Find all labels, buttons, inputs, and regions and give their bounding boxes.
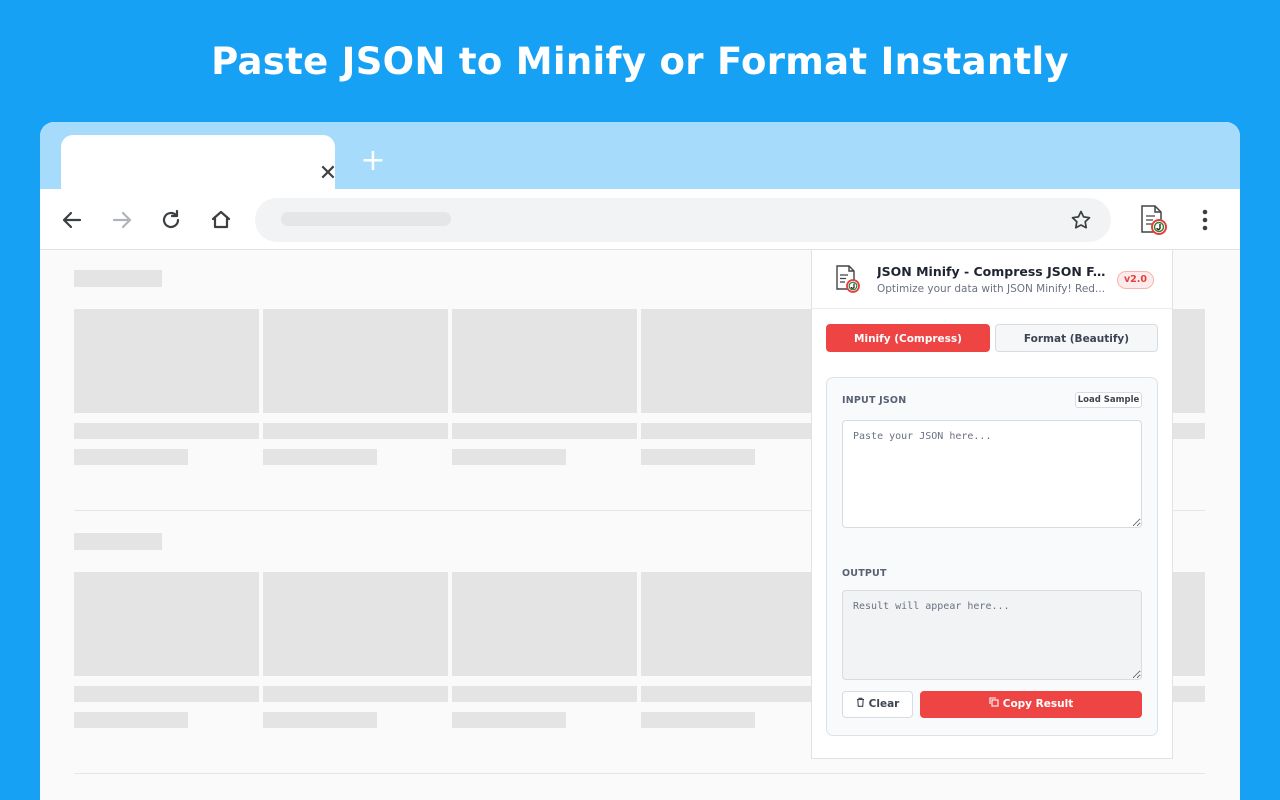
json-panel: INPUT JSON Load Sample OUTPUT Clear Copy… [826,377,1158,736]
skeleton-line [74,449,188,465]
skeleton-card [74,572,259,676]
skeleton-card [641,309,826,413]
skeleton-card [263,572,448,676]
skeleton-line [263,423,448,439]
skeleton-card [452,572,637,676]
clear-button[interactable]: Clear [842,691,913,718]
skeleton-card [452,309,637,413]
skeleton-line [452,423,637,439]
popup-header: JSON Minify - Compress JSON F... Optimiz… [812,250,1172,309]
address-bar[interactable] [255,198,1111,242]
back-arrow-icon[interactable] [59,207,85,233]
skeleton-line [74,423,259,439]
trash-icon [856,692,865,717]
copy-result-label: Copy Result [1002,698,1074,710]
skeleton-line [263,686,448,702]
format-mode-button[interactable]: Format (Beautify) [995,324,1158,352]
page-headline: Paste JSON to Minify or Format Instantly [211,40,1069,83]
input-json-label: INPUT JSON [842,395,907,406]
skeleton-card [263,309,448,413]
skeleton-line [74,686,259,702]
input-json-textarea[interactable] [842,420,1142,528]
skeleton-card [641,572,826,676]
skeleton-card [1170,309,1205,413]
copy-result-button[interactable]: Copy Result [920,691,1142,718]
copy-icon [989,691,999,718]
more-menu-icon[interactable] [1192,205,1218,235]
section-divider [74,773,1205,774]
skeleton-heading [74,270,162,287]
browser-window: ✕ + JSON Minify - Compress JSON F... Opt… [40,122,1240,800]
json-logo-icon [834,264,862,294]
skeleton-line [641,712,755,728]
tab-bar: ✕ + [40,122,1240,189]
popup-subtitle: Optimize your data with JSON Minify! Red… [877,283,1105,295]
bookmark-star-icon[interactable] [1069,208,1093,232]
blurred-url [281,212,451,226]
skeleton-line [641,686,826,702]
skeleton-line [263,712,377,728]
skeleton-line [452,686,637,702]
skeleton-card [1170,572,1205,676]
skeleton-card [74,309,259,413]
tab-close-icon[interactable]: ✕ [317,163,339,185]
reload-icon[interactable] [158,207,184,233]
skeleton-line [1170,423,1205,439]
forward-arrow-icon[interactable] [109,207,135,233]
minify-mode-button[interactable]: Minify (Compress) [826,324,990,352]
extension-popup: JSON Minify - Compress JSON F... Optimiz… [811,249,1173,759]
home-icon[interactable] [208,207,234,233]
browser-tab[interactable]: ✕ [61,135,337,189]
skeleton-heading [74,533,162,550]
version-badge: v2.0 [1117,271,1154,289]
load-sample-button[interactable]: Load Sample [1075,392,1142,408]
output-label: OUTPUT [842,568,887,579]
output-textarea[interactable] [842,590,1142,680]
skeleton-line [1170,686,1205,702]
new-tab-icon[interactable]: + [358,146,388,176]
skeleton-line [263,449,377,465]
skeleton-line [641,423,826,439]
skeleton-line [452,712,566,728]
popup-title: JSON Minify - Compress JSON F... [877,264,1107,279]
skeleton-line [74,712,188,728]
browser-toolbar [40,189,1240,250]
skeleton-line [641,449,755,465]
clear-button-label: Clear [868,698,900,710]
skeleton-line [452,449,566,465]
extension-json-icon[interactable] [1136,203,1170,237]
